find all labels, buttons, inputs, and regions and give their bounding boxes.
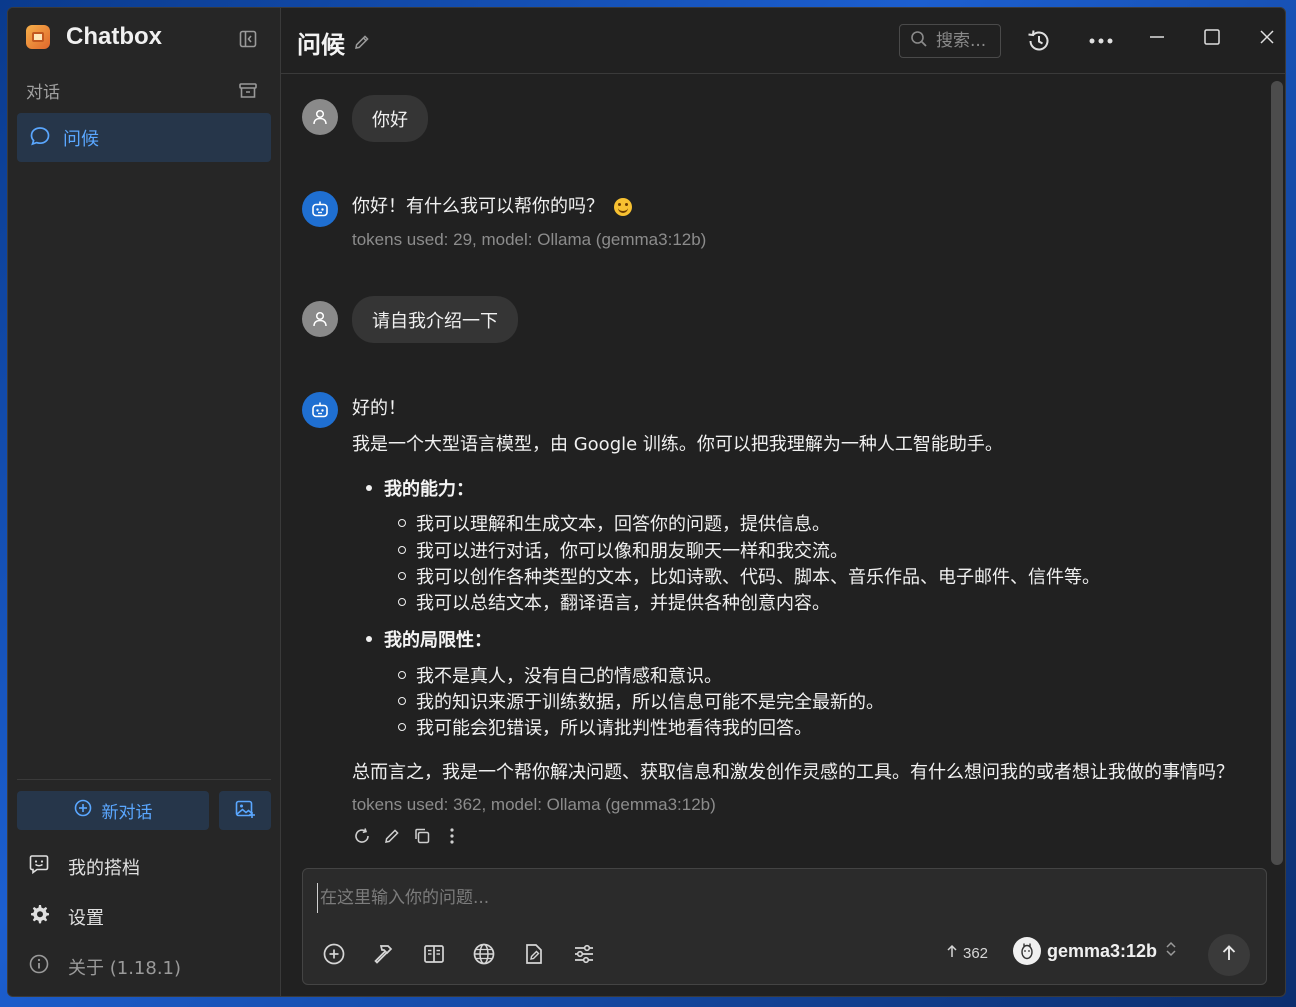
- sidebar-item-greeting[interactable]: 问候: [17, 113, 271, 162]
- more-options-icon[interactable]: [1086, 28, 1116, 54]
- new-image-chat-button[interactable]: [219, 791, 271, 830]
- assistant-line: 我是一个大型语言模型，由 Google 训练。你可以把我理解为一种人工智能助手。: [352, 434, 1003, 455]
- message-actions: [353, 827, 461, 845]
- copy-icon[interactable]: [413, 827, 431, 845]
- regenerate-icon[interactable]: [353, 827, 371, 845]
- minimize-icon[interactable]: [1144, 24, 1170, 50]
- assistant-message-text: 你好！有什么我可以帮你的吗？: [352, 192, 632, 218]
- message-meta: tokens used: 29, model: Ollama (gemma3:1…: [352, 230, 707, 249]
- smile-emoji-icon: [614, 198, 632, 216]
- assistant-intro: 好的！: [352, 398, 406, 419]
- search-box[interactable]: [899, 24, 1001, 58]
- list-item: 我可能会犯错误，所以请批判性地看待我的回答。: [398, 714, 812, 740]
- knowledge-book-icon[interactable]: [421, 941, 446, 966]
- list-item: 我可以进行对话，你可以像和朋友聊天一样和我交流。: [398, 537, 848, 563]
- sidebar-link-label: 我的搭档: [68, 857, 140, 879]
- page-title-wrap: 问候: [297, 25, 371, 60]
- list-item: 我可以创作各种类型的文本，比如诗歌、代码、脚本、音乐作品、电子邮件、信件等。: [398, 563, 1100, 589]
- assistant-message-content: 你好！有什么我可以帮你的吗？: [352, 196, 604, 217]
- maximize-icon[interactable]: [1199, 24, 1225, 50]
- sidebar-link-label: 设置: [68, 907, 104, 929]
- composer-toolbar: [321, 941, 596, 966]
- assistant-conclusion: 总而言之，我是一个帮你解决问题、获取信息和激发创作灵感的工具。有什么想问我的或者…: [352, 762, 1234, 783]
- list-item: 我可以总结文本，翻译语言，并提供各种创意内容。: [398, 589, 830, 615]
- user-message-bubble: 请自我介绍一下: [352, 296, 518, 343]
- message-input[interactable]: [317, 883, 1247, 913]
- app-name: Chatbox: [66, 23, 162, 50]
- section-heading: 我的能力：: [366, 475, 474, 501]
- section-title-conversations: 对话: [26, 83, 60, 103]
- list-item: 我不是真人，没有自己的情感和意识。: [398, 662, 722, 688]
- model-avatar-icon: [1013, 937, 1041, 965]
- sidebar-link-label: 关于 (1.18.1): [68, 957, 182, 979]
- composer: 362 gemma3:12b: [302, 868, 1267, 985]
- chatbox-logo-icon: [26, 25, 50, 49]
- gear-icon: [28, 903, 50, 930]
- divider: [17, 779, 271, 780]
- message-meta: tokens used: 362, model: Ollama (gemma3:…: [352, 795, 716, 814]
- list-item: 我可以理解和生成文本，回答你的问题，提供信息。: [398, 510, 830, 536]
- bot-avatar-icon: [302, 392, 338, 428]
- search-input[interactable]: [936, 31, 996, 51]
- image-add-icon: [234, 798, 256, 824]
- sidebar-link-partners[interactable]: 我的搭档: [28, 853, 140, 880]
- list-item: 我的知识来源于训练数据，所以信息可能不是完全最新的。: [398, 688, 884, 714]
- plus-circle-icon: [74, 799, 92, 822]
- new-chat-label: 新对话: [101, 803, 153, 823]
- close-icon[interactable]: [1254, 24, 1280, 50]
- arrow-up-icon: [1220, 944, 1238, 966]
- section-heading: 我的局限性：: [366, 626, 492, 652]
- edit-message-icon[interactable]: [383, 827, 401, 845]
- token-count-value: 362: [963, 944, 989, 962]
- sidebar-item-label: 问候: [63, 128, 99, 150]
- partner-icon: [28, 853, 50, 880]
- settings-sliders-icon[interactable]: [571, 941, 596, 966]
- user-avatar-icon: [302, 99, 338, 135]
- app-window: Chatbox 对话 问候 新对话 我的搭档 设置 关于 (1.18.1) 问候…: [7, 7, 1286, 997]
- user-message-bubble: 你好: [352, 95, 428, 142]
- attach-plus-icon[interactable]: [321, 941, 346, 966]
- history-icon[interactable]: [1024, 26, 1054, 56]
- user-avatar-icon: [302, 301, 338, 337]
- search-icon: [910, 30, 928, 53]
- model-name: gemma3:12b: [1047, 940, 1158, 961]
- chevron-updown-icon: [1165, 940, 1177, 963]
- archive-icon[interactable]: [237, 80, 259, 102]
- edit-title-icon[interactable]: [353, 29, 371, 57]
- scrollbar[interactable]: [1271, 81, 1283, 865]
- file-edit-icon[interactable]: [521, 941, 546, 966]
- token-counter: 362: [945, 944, 988, 962]
- info-icon: [28, 953, 50, 980]
- collapse-sidebar-icon[interactable]: [237, 28, 259, 50]
- new-chat-button[interactable]: 新对话: [17, 791, 209, 830]
- more-vertical-icon[interactable]: [443, 827, 461, 845]
- arrow-up-icon: [945, 944, 959, 962]
- send-button[interactable]: [1208, 934, 1250, 976]
- page-title: 问候: [297, 31, 345, 59]
- web-globe-icon[interactable]: [471, 941, 496, 966]
- sidebar-link-about[interactable]: 关于 (1.18.1): [28, 953, 181, 980]
- sidebar: Chatbox 对话 问候 新对话 我的搭档 设置 关于 (1.18.1): [8, 8, 281, 996]
- brand: Chatbox: [26, 23, 162, 51]
- bot-avatar-icon: [302, 191, 338, 227]
- sidebar-link-settings[interactable]: 设置: [28, 903, 104, 930]
- header: 问候: [281, 8, 1285, 74]
- chat-bubble-icon: [29, 125, 51, 151]
- hammer-tool-icon[interactable]: [371, 941, 396, 966]
- model-selector[interactable]: gemma3:12b: [1013, 937, 1177, 965]
